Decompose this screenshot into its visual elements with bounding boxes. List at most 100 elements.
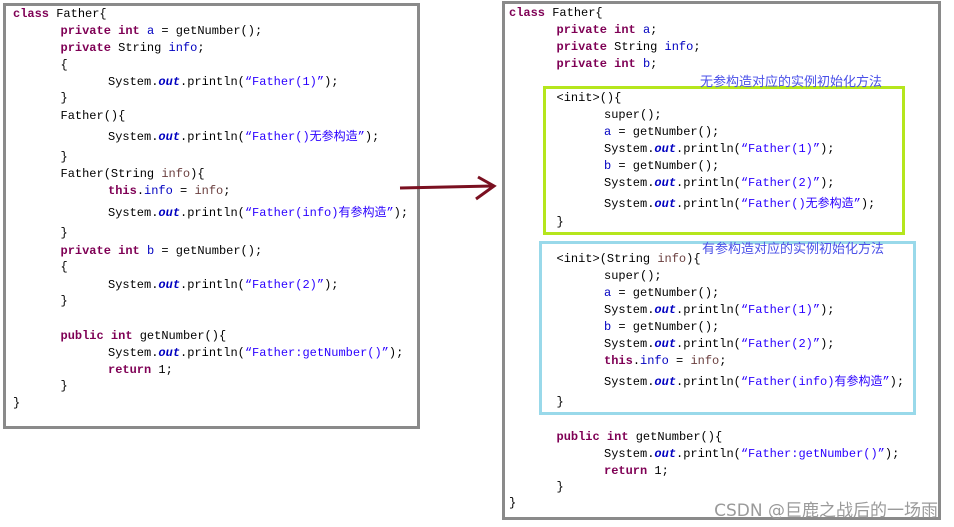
- code-token: this: [108, 184, 137, 198]
- code-token: System.: [108, 346, 159, 360]
- code-token: = getNumber();: [154, 24, 263, 38]
- code-token: “Father(1)”: [740, 303, 821, 317]
- code-token: }: [556, 395, 564, 409]
- code-token: return: [108, 363, 152, 377]
- code-token: );: [889, 375, 905, 389]
- code-token: info: [161, 167, 191, 181]
- code-token: }: [13, 396, 21, 410]
- code-token: info: [690, 354, 720, 368]
- code-line: }: [509, 496, 516, 510]
- code-line: {: [61, 260, 68, 274]
- code-line: class Father{: [13, 7, 107, 21]
- code-token: int: [118, 24, 140, 38]
- code-line: System.out.println(“Father(1)”);: [604, 303, 834, 317]
- code-line: }: [61, 379, 68, 393]
- code-token: “Father(2)”: [740, 337, 821, 351]
- code-token: );: [820, 303, 835, 317]
- code-line: System.out.println(“Father(info)有参构造”);: [108, 206, 408, 220]
- code-line: }: [61, 91, 68, 105]
- code-token: .println(: [180, 278, 245, 292]
- code-token: System.: [604, 176, 655, 190]
- code-line: super();: [604, 269, 662, 283]
- code-token: “Father:getNumber()”: [740, 447, 885, 461]
- code-line: this.info = info;: [604, 354, 726, 368]
- code-line: private String info;: [557, 40, 701, 54]
- code-token: .println(: [676, 142, 741, 156]
- code-token: );: [393, 206, 409, 220]
- code-line: System.out.println(“Father(2)”);: [604, 337, 834, 351]
- code-token: }: [60, 294, 68, 308]
- code-token: }: [556, 215, 564, 229]
- transform-arrow-icon: [399, 175, 497, 201]
- code-token: “Father:getNumber()”: [244, 346, 389, 360]
- code-line: }: [557, 480, 564, 494]
- code-token: “Father()无参构造”: [244, 130, 365, 144]
- code-line: a = getNumber();: [604, 125, 719, 139]
- code-token: <init>(){: [556, 91, 622, 105]
- code-token: = getNumber();: [611, 125, 720, 139]
- code-token: private: [60, 41, 111, 55]
- code-line: Father(){: [61, 109, 126, 123]
- code-token: Father(){: [60, 109, 126, 123]
- code-token: }: [556, 480, 564, 494]
- code-token: getNumber(){: [628, 430, 723, 444]
- code-token: class: [509, 6, 546, 20]
- code-token: out: [158, 278, 181, 292]
- code-token: = getNumber();: [154, 244, 263, 258]
- code-line: b = getNumber();: [604, 320, 719, 334]
- code-line: <init>(){: [557, 91, 622, 105]
- code-token: out: [158, 206, 181, 220]
- code-token: System.: [108, 75, 159, 89]
- code-token: Father(String: [60, 167, 162, 181]
- code-token: }: [60, 91, 68, 105]
- code-token: Father{: [545, 6, 603, 20]
- code-token: int: [110, 329, 133, 343]
- code-token: public: [60, 329, 104, 343]
- code-token: “Father(2)”: [740, 176, 821, 190]
- code-token: .println(: [180, 75, 245, 89]
- code-token: int: [118, 244, 140, 258]
- code-line: <init>(String info){: [557, 252, 701, 266]
- code-token: .println(: [676, 447, 741, 461]
- code-line: System.out.println(“Father(1)”);: [604, 142, 834, 156]
- code-token: System.: [604, 303, 655, 317]
- code-line: {: [61, 58, 68, 72]
- code-token: “Father(2)”: [244, 278, 325, 292]
- code-token: private: [556, 23, 607, 37]
- code-line: public int getNumber(){: [557, 430, 723, 444]
- no-arg-init-label: 无参构造对应的实例初始化方法: [700, 75, 883, 90]
- code-token: .println(: [180, 206, 245, 220]
- code-token: <init>(String: [556, 252, 658, 266]
- code-token: );: [324, 75, 339, 89]
- code-token: private: [556, 40, 607, 54]
- code-token: .println(: [180, 346, 245, 360]
- code-line: return 1;: [108, 363, 173, 377]
- code-token: info: [657, 252, 687, 266]
- code-token: class: [13, 7, 50, 21]
- watermark: CSDN @巨鹿之战后的一场雨: [714, 501, 938, 521]
- code-token: info: [664, 40, 694, 54]
- code-line: }: [557, 215, 564, 229]
- code-token: ;: [719, 354, 727, 368]
- code-token: private: [60, 244, 111, 258]
- code-token: = getNumber();: [611, 159, 720, 173]
- code-token: ){: [686, 252, 701, 266]
- code-token: “Father(1)”: [740, 142, 821, 156]
- code-line: private int b = getNumber();: [61, 244, 263, 258]
- code-token: out: [654, 447, 677, 461]
- code-line: b = getNumber();: [604, 159, 719, 173]
- code-line: a = getNumber();: [604, 286, 719, 300]
- code-token: 1;: [647, 464, 669, 478]
- code-line: System.out.println(“Father(info)有参构造”);: [604, 375, 904, 389]
- code-token: System.: [604, 375, 655, 389]
- code-token: = getNumber();: [611, 286, 720, 300]
- code-token: out: [654, 176, 677, 190]
- code-token: {: [60, 260, 68, 274]
- code-line: System.out.println(“Father()无参构造”);: [604, 197, 875, 211]
- code-token: super();: [604, 269, 662, 283]
- code-token: int: [614, 57, 636, 71]
- code-token: }: [60, 150, 68, 164]
- code-token: out: [654, 303, 677, 317]
